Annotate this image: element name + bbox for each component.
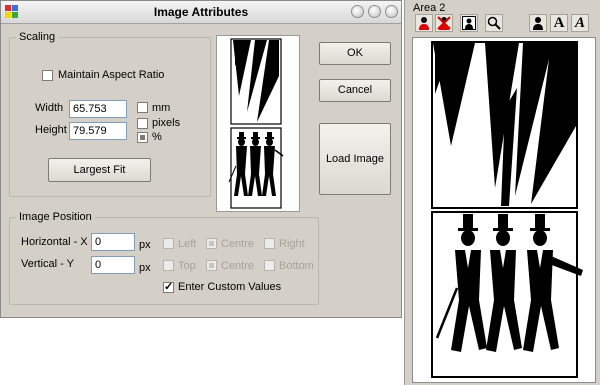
image-attributes-dialog: Image Attributes Scaling Maintain Aspect… bbox=[0, 0, 402, 318]
unit-mm-label: mm bbox=[152, 102, 171, 114]
cancel-button[interactable]: Cancel bbox=[319, 79, 391, 102]
magnifier-icon[interactable] bbox=[485, 14, 503, 32]
right-checkbox[interactable] bbox=[264, 238, 275, 249]
unit-pixels-checkbox[interactable] bbox=[137, 118, 148, 129]
v-centre-label: Centre bbox=[221, 260, 255, 272]
unit-mm-checkbox[interactable] bbox=[137, 102, 148, 113]
scaling-legend: Scaling bbox=[19, 31, 56, 43]
text-a-icon[interactable]: A bbox=[550, 14, 568, 32]
area-2-title: Area 2 bbox=[413, 2, 446, 14]
unit-percent-checkbox[interactable] bbox=[137, 132, 148, 143]
area-2-canvas[interactable] bbox=[412, 37, 596, 383]
vertical-unit: px bbox=[139, 262, 151, 274]
maintain-aspect-checkbox[interactable] bbox=[42, 70, 53, 81]
dialog-title: Image Attributes bbox=[153, 5, 249, 19]
person-frame-icon[interactable] bbox=[460, 14, 478, 32]
image-position-legend: Image Position bbox=[19, 211, 92, 223]
height-label: Height bbox=[35, 124, 67, 136]
unit-percent-label: % bbox=[152, 131, 162, 143]
vertical-label: Vertical - Y bbox=[21, 258, 74, 270]
h-centre-checkbox[interactable] bbox=[206, 238, 217, 249]
bottom-checkbox[interactable] bbox=[264, 260, 275, 271]
height-input[interactable] bbox=[69, 122, 127, 140]
h-centre-label: Centre bbox=[221, 238, 255, 250]
top-label: Top bbox=[178, 260, 196, 272]
left-label: Left bbox=[178, 238, 197, 250]
load-image-button[interactable]: Load Image bbox=[319, 123, 391, 195]
width-label: Width bbox=[35, 102, 64, 114]
left-checkbox[interactable] bbox=[163, 238, 174, 249]
person-red-icon[interactable] bbox=[415, 14, 433, 32]
unit-pixels-label: pixels bbox=[152, 117, 181, 129]
area-2-panel: Area 2 A A bbox=[404, 0, 600, 385]
minimize-button[interactable] bbox=[368, 5, 381, 18]
text-a-italic-icon[interactable]: A bbox=[571, 14, 589, 32]
horizontal-label: Horizontal - X bbox=[21, 236, 88, 248]
top-checkbox[interactable] bbox=[163, 260, 174, 271]
width-input[interactable] bbox=[69, 100, 127, 118]
person-red-x-icon[interactable] bbox=[435, 14, 453, 32]
vertical-input[interactable] bbox=[91, 256, 135, 274]
horizontal-input[interactable] bbox=[91, 233, 135, 251]
largest-fit-button[interactable]: Largest Fit bbox=[48, 158, 151, 182]
maintain-aspect-label: Maintain Aspect Ratio bbox=[58, 69, 165, 81]
canvas-artwork bbox=[431, 41, 583, 378]
image-preview bbox=[216, 35, 300, 212]
bottom-label: Bottom bbox=[279, 260, 314, 272]
ok-button[interactable]: OK bbox=[319, 42, 391, 65]
preview-artwork bbox=[228, 38, 284, 209]
v-centre-checkbox[interactable] bbox=[206, 260, 217, 271]
close-button[interactable] bbox=[385, 5, 398, 18]
help-button[interactable] bbox=[351, 5, 364, 18]
enter-custom-values-checkbox[interactable] bbox=[163, 280, 174, 293]
person-icon[interactable] bbox=[529, 14, 547, 32]
right-label: Right bbox=[279, 238, 305, 250]
horizontal-unit: px bbox=[139, 239, 151, 251]
title-bar[interactable]: Image Attributes bbox=[1, 1, 401, 24]
enter-custom-values-label: Enter Custom Values bbox=[178, 281, 282, 293]
